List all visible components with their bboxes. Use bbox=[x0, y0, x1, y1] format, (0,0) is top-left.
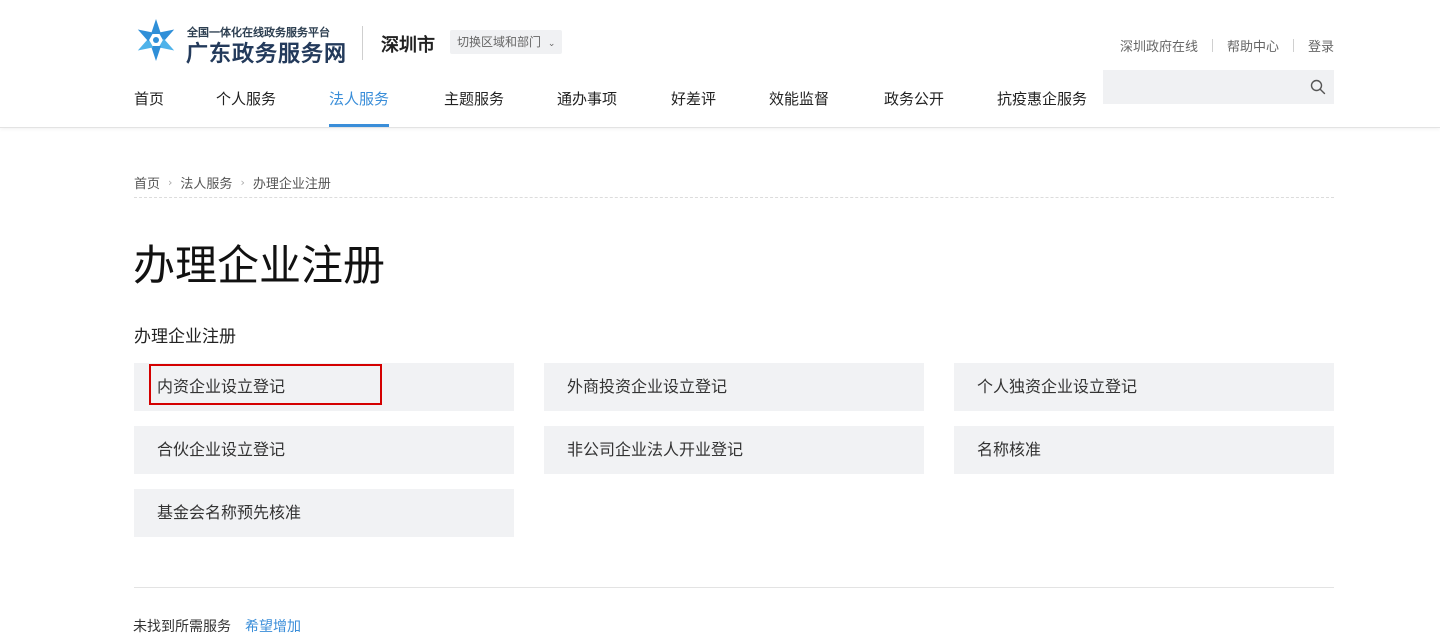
separator bbox=[1292, 39, 1294, 52]
footer-hint-text: 未找到所需服务 bbox=[133, 619, 231, 635]
separator bbox=[1211, 39, 1213, 52]
section-title: 办理企业注册 bbox=[134, 327, 236, 347]
logo-icon[interactable] bbox=[134, 18, 178, 62]
site-header: 全国一体化在线政务服务平台 广东政务服务网 深圳市 切换区域和部门 ⌄ 深圳政府… bbox=[0, 0, 1440, 128]
breadcrumb-home[interactable]: 首页 bbox=[134, 173, 160, 192]
nav-item-universal-matters[interactable]: 通办事项 bbox=[557, 88, 617, 128]
nav-item-personal-services[interactable]: 个人服务 bbox=[216, 88, 276, 128]
switch-region-label: 切换区域和部门 bbox=[457, 35, 542, 49]
service-card-partnership[interactable]: 合伙企业设立登记 bbox=[134, 426, 514, 474]
top-links: 深圳政府在线 帮助中心 登录 bbox=[1120, 36, 1334, 55]
chevron-right-icon: › bbox=[240, 176, 245, 189]
divider bbox=[134, 587, 1334, 588]
divider bbox=[362, 26, 363, 60]
breadcrumb-current: 办理企业注册 bbox=[252, 177, 331, 192]
top-link-login[interactable]: 登录 bbox=[1308, 36, 1334, 55]
service-card-sole-proprietorship[interactable]: 个人独资企业设立登记 bbox=[954, 363, 1334, 411]
divider bbox=[134, 197, 1334, 198]
page-title: 办理企业注册 bbox=[133, 241, 386, 290]
chevron-down-icon: ⌄ bbox=[547, 39, 556, 49]
search-icon[interactable] bbox=[1310, 79, 1326, 95]
footer-hint-link[interactable]: 希望增加 bbox=[245, 616, 301, 636]
nav-item-government-affairs[interactable]: 政务公开 bbox=[884, 88, 944, 128]
nav-item-efficiency-supervision[interactable]: 效能监督 bbox=[769, 88, 829, 128]
top-link-help-center[interactable]: 帮助中心 bbox=[1227, 36, 1279, 55]
search-input[interactable] bbox=[1103, 70, 1334, 104]
breadcrumb: 首页 › 法人服务 › 办理企业注册 bbox=[134, 173, 331, 192]
service-card-foundation-name-approval[interactable]: 基金会名称预先核准 bbox=[134, 489, 514, 537]
breadcrumb-legal-person-services[interactable]: 法人服务 bbox=[180, 173, 232, 192]
switch-region-button[interactable]: 切换区域和部门 ⌄ bbox=[450, 30, 563, 54]
nav-item-theme-services[interactable]: 主题服务 bbox=[444, 88, 504, 128]
top-link-gov-online[interactable]: 深圳政府在线 bbox=[1120, 36, 1198, 55]
nav-item-legal-person-services[interactable]: 法人服务 bbox=[329, 88, 390, 128]
service-card-foreign-investment[interactable]: 外商投资企业设立登记 bbox=[544, 363, 924, 411]
chevron-right-icon: › bbox=[168, 176, 173, 189]
service-card-name-approval[interactable]: 名称核准 bbox=[954, 426, 1334, 474]
nav-item-epidemic-services[interactable]: 抗疫惠企服务 bbox=[997, 88, 1087, 128]
logo-title[interactable]: 广东政务服务网 bbox=[186, 36, 347, 68]
nav-item-home[interactable]: 首页 bbox=[134, 88, 164, 128]
city-name: 深圳市 bbox=[381, 35, 435, 56]
nav-item-evaluation[interactable]: 好差评 bbox=[671, 88, 716, 128]
service-card-non-company-legal-person[interactable]: 非公司企业法人开业登记 bbox=[544, 426, 924, 474]
service-card-domestic-enterprise[interactable]: 内资企业设立登记 bbox=[134, 363, 514, 411]
